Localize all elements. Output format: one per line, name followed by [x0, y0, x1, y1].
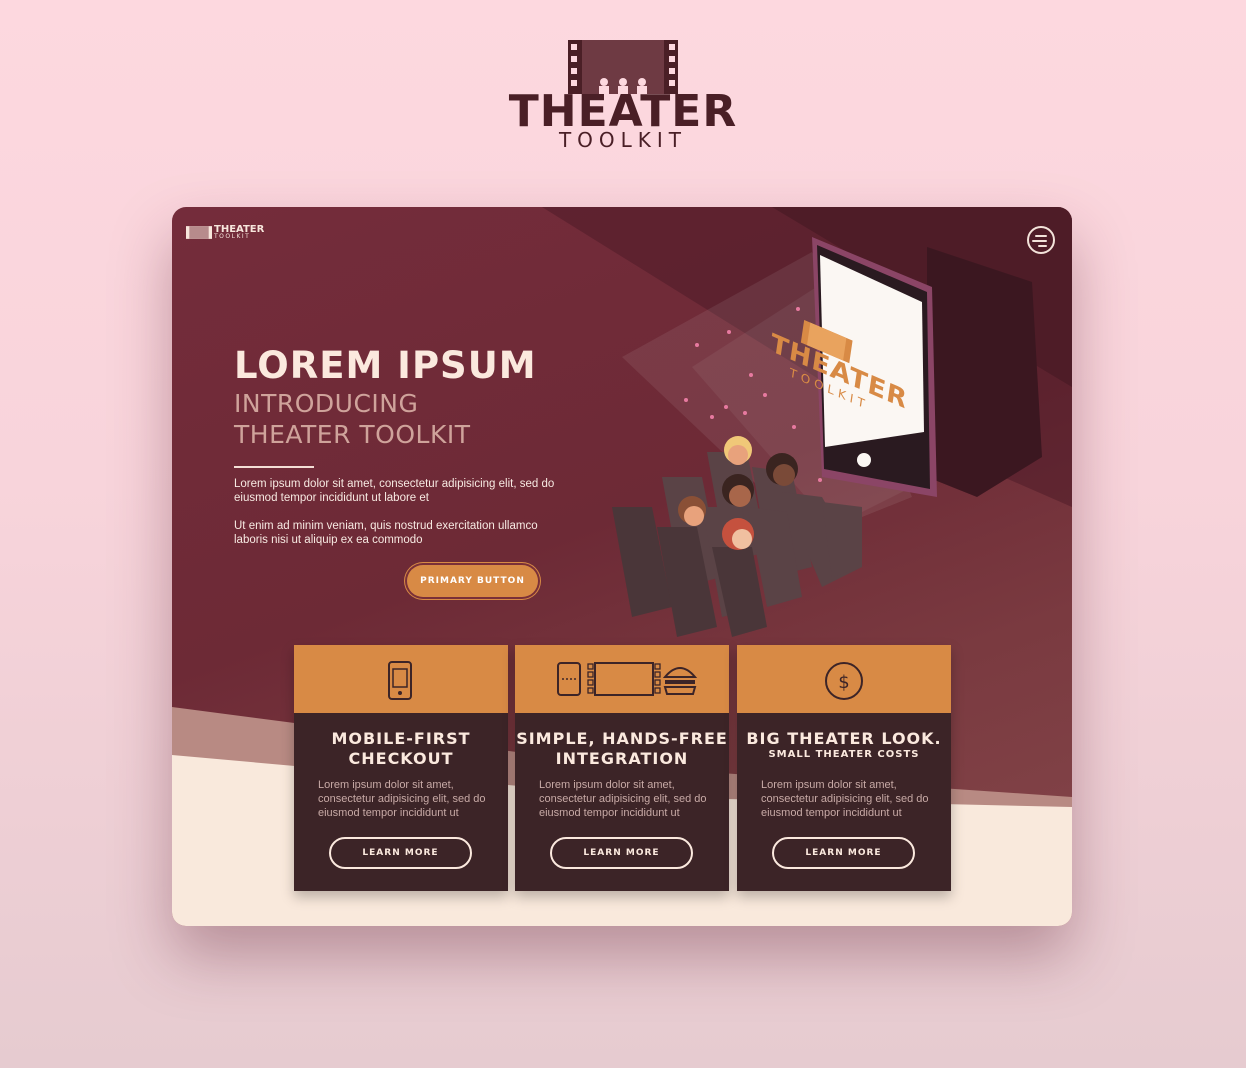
learn-more-button[interactable]: LEARN MORE	[772, 837, 915, 869]
hero-subtitle-line2: THEATER TOOLKIT	[234, 420, 471, 449]
mobile-phone-icon	[388, 661, 412, 700]
hero-section: LOREM IPSUM INTRODUCING THEATER TOOLKIT …	[234, 347, 564, 547]
feature-cards: MOBILE-FIRST CHECKOUT Lorem ipsum dolor …	[294, 645, 952, 891]
ticket-screen-burger-icon	[557, 662, 698, 696]
learn-more-button[interactable]: LEARN MORE	[550, 837, 693, 869]
learn-more-button[interactable]: LEARN MORE	[329, 837, 472, 869]
card-title-line2: CHECKOUT	[348, 749, 454, 768]
brand-subtitle: TOOLKIT	[558, 128, 688, 152]
website-mockup: THEATER TOOLKIT THEATER TOOLKIT LOREM IP…	[172, 207, 1072, 926]
hero-subtitle-line1: INTRODUCING	[234, 389, 419, 418]
hero-paragraph-2: Ut enim ad minim veniam, quis nostrud ex…	[234, 520, 538, 546]
card-header: $	[737, 645, 951, 713]
feature-card-costs: $ BIG THEATER LOOK. SMALL THEATER COSTS …	[737, 645, 951, 891]
card-title-line1: BIG THEATER LOOK.	[746, 729, 942, 748]
dollar-coin-icon: $	[825, 662, 863, 700]
card-body: Lorem ipsum dolor sit amet, consectetur …	[318, 779, 486, 819]
card-title-line2: SMALL THEATER COSTS	[768, 749, 920, 760]
primary-button[interactable]: PRIMARY BUTTON	[407, 565, 538, 597]
svg-text:$: $	[838, 672, 849, 693]
hamburger-menu-icon[interactable]	[1027, 226, 1055, 254]
card-body: Lorem ipsum dolor sit amet, consectetur …	[761, 779, 929, 819]
card-header	[515, 645, 729, 713]
hero-paragraph-1: Lorem ipsum dolor sit amet, consectetur …	[234, 478, 555, 504]
nav-logo-subtitle: TOOLKIT	[214, 233, 251, 240]
nav-logo[interactable]: THEATER TOOLKIT	[186, 225, 266, 241]
card-header	[294, 645, 508, 713]
card-title-line1: SIMPLE, HANDS-FREE	[516, 729, 728, 748]
card-title-line1: MOBILE-FIRST	[331, 729, 471, 748]
feature-card-integration: SIMPLE, HANDS-FREE INTEGRATION Lorem ips…	[515, 645, 729, 891]
brand-logo: THEATER TOOLKIT	[0, 38, 1246, 158]
card-title-line2: INTEGRATION	[555, 749, 689, 768]
card-body: Lorem ipsum dolor sit amet, consectetur …	[539, 779, 707, 819]
hero-title: LOREM IPSUM	[234, 344, 537, 387]
feature-card-mobile-checkout: MOBILE-FIRST CHECKOUT Lorem ipsum dolor …	[294, 645, 508, 891]
hero-divider	[234, 466, 314, 468]
mini-film-icon	[186, 226, 212, 239]
